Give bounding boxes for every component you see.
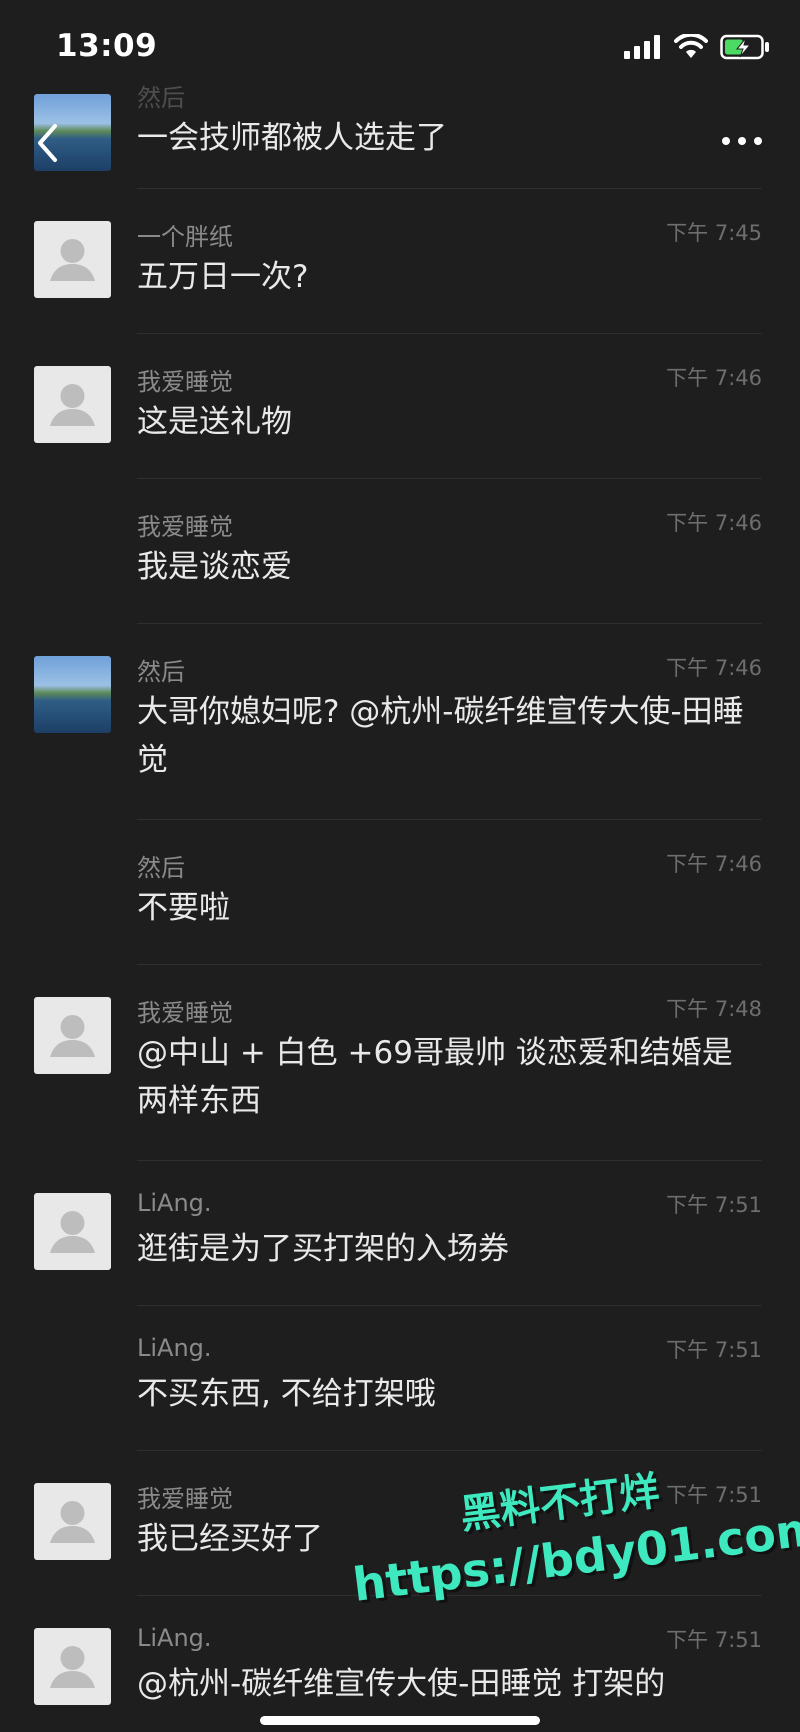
message-time: 下午 7:51 [666,1628,762,1652]
default-user-icon [50,239,95,281]
avatar[interactable] [34,997,111,1074]
message-text: 逛街是为了买打架的入场券 [137,1231,509,1267]
chat-message[interactable]: 我爱睡觉 下午 7:46 我是谈恋爱 [0,479,800,624]
avatar[interactable] [34,366,111,443]
message-text: 这是送礼物 [137,404,292,440]
message-text: 五万日一次? [137,259,309,295]
default-user-icon [50,1211,95,1253]
avatar[interactable] [34,656,111,733]
sender-name: LiAng. [137,1624,212,1652]
message-text: 大哥你媳妇呢? @杭州-碳纤维宣传大使-田睡觉 [137,694,744,778]
status-time: 13:09 [56,28,158,64]
chat-message[interactable]: 然后 下午 7:46 大哥你媳妇呢? @杭州-碳纤维宣传大使-田睡觉 [0,624,800,820]
home-indicator[interactable] [260,1716,540,1725]
avatar[interactable] [34,1193,111,1270]
chat-message[interactable]: 我爱睡觉 下午 7:48 @中山 + 白色 +69哥最帅 谈恋爱和结婚是两样东西 [0,965,800,1161]
message-text: 我是谈恋爱 [137,549,292,585]
sender-name: 我爱睡觉 [137,1485,233,1513]
sender-name: 然后 [137,658,185,686]
message-time: 下午 7:46 [666,366,762,390]
chat-message[interactable]: LiAng. 下午 7:51 不买东西, 不给打架哦 [0,1306,800,1451]
avatar[interactable] [34,1628,111,1705]
more-button[interactable] [718,126,766,156]
sender-name: 一个胖纸 [137,223,233,251]
chevron-left-icon [38,124,57,162]
status-icons [624,34,770,60]
message-time: 下午 7:45 [666,221,762,245]
chat-message[interactable]: 然后 下午 7:46 不要啦 [0,820,800,965]
sender-name: 然后 [137,854,185,882]
default-user-icon [50,384,95,426]
default-user-icon [50,1646,95,1688]
chat-message[interactable]: 一个胖纸 下午 7:45 五万日一次? [0,189,800,334]
avatar[interactable] [34,221,111,298]
status-bar: 13:09 [0,0,800,95]
chat-message[interactable]: LiAng. 下午 7:51 逛街是为了买打架的入场券 [0,1161,800,1306]
cellular-signal-icon [624,35,660,59]
message-time: 下午 7:51 [666,1338,762,1362]
message-text: 一会技师都被人选走了 [137,120,447,156]
message-time: 下午 7:46 [666,511,762,535]
sender-name: LiAng. [137,1334,212,1362]
default-user-icon [50,1501,95,1543]
back-button[interactable] [28,118,68,168]
chat-message[interactable]: 我爱睡觉 下午 7:46 这是送礼物 [0,334,800,479]
message-time: 下午 7:46 [666,852,762,876]
more-horizontal-icon [722,137,762,145]
message-text: 不买东西, 不给打架哦 [137,1376,436,1412]
avatar[interactable] [34,1483,111,1560]
message-text: 不要啦 [137,890,230,926]
sender-name: 我爱睡觉 [137,368,233,396]
message-text: @中山 + 白色 +69哥最帅 谈恋爱和结婚是两样东西 [137,1035,733,1119]
wifi-icon [674,34,708,58]
sender-name: LiAng. [137,1189,212,1217]
battery-charging-icon [720,34,769,60]
message-time: 下午 7:51 [666,1193,762,1217]
chat-screen: 13:09 然后 一会技师都被人选走了 一个胖纸 下午 7:45 五万日一次? … [0,0,800,1732]
message-time: 下午 7:48 [666,997,762,1021]
message-text: @杭州-碳纤维宣传大使-田睡觉 打架的 [137,1666,666,1702]
sender-name: 我爱睡觉 [137,999,233,1027]
message-time: 下午 7:46 [666,656,762,680]
sender-name: 我爱睡觉 [137,513,233,541]
default-user-icon [50,1015,95,1057]
